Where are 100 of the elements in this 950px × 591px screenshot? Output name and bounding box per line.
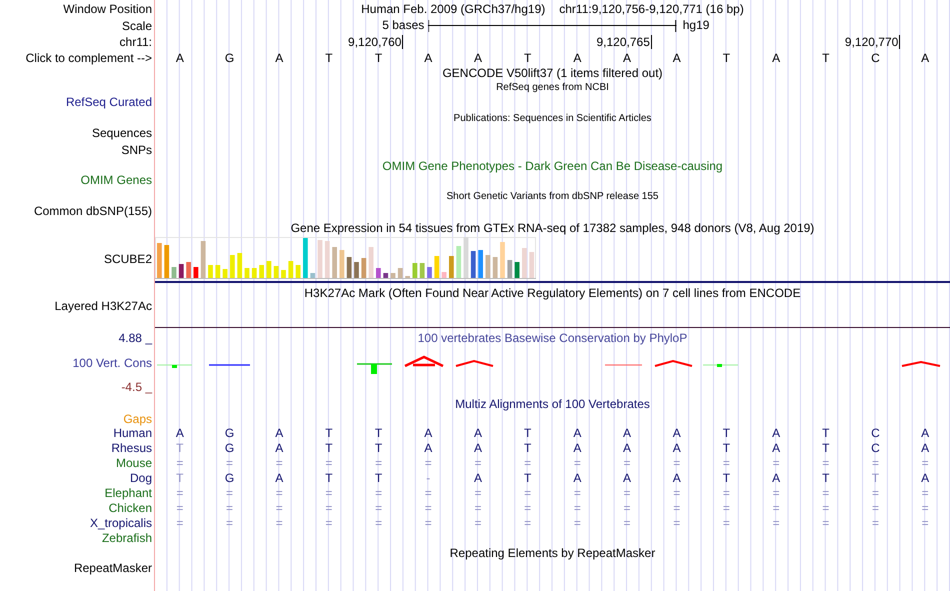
aligned-base: = [872,486,879,501]
aligned-base: = [624,501,631,516]
base-letter: T [524,50,532,64]
aligned-base: = [524,486,532,501]
aligned-base: G [224,441,234,456]
aligned-base: = [276,486,283,501]
track-title: RefSeq genes from NCBI [496,82,609,94]
track-label[interactable]: Common dbSNP(155) [34,204,152,218]
track-label[interactable]: 100 Vert. Cons [72,356,152,370]
aligned-base: = [673,486,680,501]
species-name: Elephant [104,486,152,501]
aligned-base: T [722,441,730,456]
base-letter: T [722,50,730,64]
aligned-base: = [325,456,332,471]
aligned-base: C [871,426,880,441]
aligned-base: A [573,471,582,486]
row-label: Window Position [63,2,152,16]
aligned-base: = [872,501,879,516]
aligned-base: A [623,441,632,456]
track-label[interactable]: Layered H3K27Ac [54,298,152,312]
aligned-base: = [524,516,532,531]
base-letter: A [474,50,482,64]
aligned-base: T [325,441,333,456]
aligned-base: = [176,516,184,531]
track-label[interactable]: RefSeq Curated [66,95,152,109]
aligned-base: = [424,501,432,516]
aligned-base: = [673,501,680,516]
row-label: Scale [122,18,152,32]
track-label[interactable]: SNPs [121,143,152,157]
track-title: GENCODE V50lift37 (1 items filtered out) [442,66,663,80]
aligned-base: = [176,501,184,516]
aligned-base: = [872,516,879,531]
base-letter: A [921,50,930,64]
species-name: Zebrafish [102,531,152,546]
aligned-base: = [772,501,780,516]
ruler-tick-label: 9,120,770 [844,35,900,49]
base-letter: T [374,50,382,64]
ruler-tick-label: 9,120,760 [348,35,404,49]
species-name: Human [113,426,152,441]
aligned-base: A [474,426,482,441]
aligned-base: = [722,516,730,531]
aligned-base: A [772,471,780,486]
aligned-base: A [772,426,780,441]
aligned-base: = [772,456,780,471]
aligned-base: A [672,426,681,441]
aligned-base: A [275,441,284,456]
aligned-base: A [772,441,780,456]
complement-link[interactable]: Click to complement --> [26,50,152,64]
aligned-base: = [424,516,432,531]
aligned-base: = [424,486,432,501]
aligned-base: = [276,516,283,531]
track-label[interactable]: SCUBE2 [104,252,152,266]
aligned-base: A [474,471,482,486]
base-letter: A [772,50,780,64]
aligned-base: A [921,441,930,456]
aligned-base: T [822,441,830,456]
aligned-base: T [176,471,184,486]
aligned-base: = [673,456,680,471]
aligned-base: = [325,501,332,516]
aligned-base: A [672,471,681,486]
aligned-base: = [822,486,830,501]
track-label[interactable]: Sequences [92,126,152,140]
aligned-base: T [524,471,532,486]
aligned-base: = [624,486,631,501]
aligned-base: = [474,456,482,471]
base-letter: A [672,50,681,64]
aligned-base: A [176,426,184,441]
aligned-base: T [176,441,184,456]
aligned-base: = [524,501,532,516]
aligned-base: = [922,516,929,531]
aligned-base: T [325,471,333,486]
aligned-base: = [574,486,581,501]
aligned-base: A [623,426,632,441]
aligned-base: A [474,441,482,456]
aligned-base: A [275,426,284,441]
aligned-base: G [224,471,234,486]
aligned-base: = [922,501,929,516]
species-name: Mouse [116,456,152,471]
base-letter: A [623,50,632,64]
aligned-base: = [474,501,482,516]
position-text: chr11:9,120,756-9,120,771 (16 bp) [559,2,744,16]
aligned-base: = [574,516,581,531]
track-label[interactable]: RepeatMasker [74,561,152,575]
aligned-base: = [524,456,532,471]
track-title: Short Genetic Variants from dbSNP release 155 [446,191,658,203]
aligned-base: - [426,471,430,486]
base-letter: T [325,50,333,64]
aligned-base: T [524,441,532,456]
aligned-base: = [872,456,879,471]
aligned-base: T [822,426,830,441]
track-label[interactable]: OMIM Genes [80,173,152,187]
aligned-base: = [624,516,631,531]
aligned-base: T [374,471,382,486]
axis-min-label: -4.5 _ [121,380,152,394]
aligned-base: = [722,456,730,471]
aligned-base: = [673,516,680,531]
aligned-base: = [226,516,234,531]
aligned-base: T [822,471,830,486]
scale-length-text: 5 bases [382,18,424,32]
aligned-base: A [573,441,582,456]
